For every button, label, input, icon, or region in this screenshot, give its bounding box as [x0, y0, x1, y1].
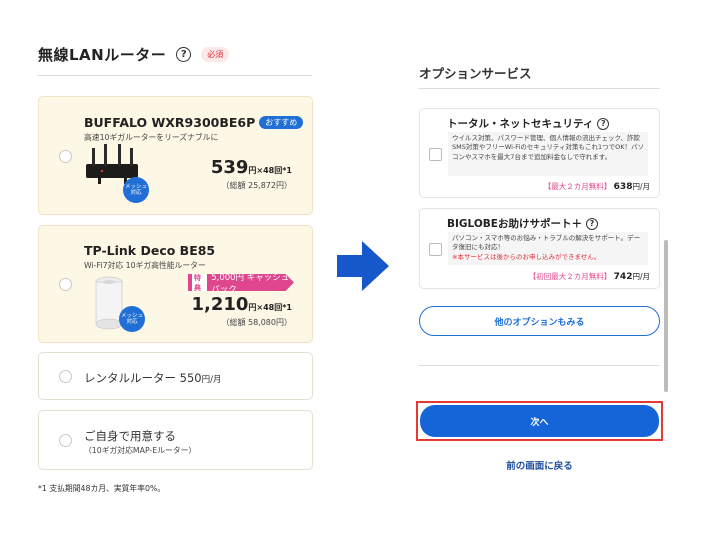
- option-section-title: オプションサービス: [419, 66, 532, 81]
- cashback-text: 5,000円 キャッシュバック: [211, 272, 290, 295]
- divider: [419, 365, 660, 366]
- cashback-banner: 特典 5,000円 キャッシュバック: [188, 274, 294, 291]
- option-price: 【初回最大２カ月無料】 742円/月: [529, 271, 650, 282]
- product-name: BUFFALO WXR9300BE6P おすすめ: [84, 115, 304, 130]
- router-section-title: 無線LANルーター: [38, 46, 167, 64]
- radio-button[interactable]: [59, 434, 72, 447]
- own-router-subtitle: （10ギガ対応MAP-Eルーター）: [84, 446, 197, 455]
- divider: [419, 88, 660, 89]
- router-option-rental[interactable]: レンタルルーター 550円/月: [38, 352, 313, 400]
- product-name: TP-Link Deco BE85: [84, 243, 216, 258]
- price-unit: 円×48回*1: [248, 303, 292, 312]
- price-unit: 円/月: [632, 182, 650, 191]
- total-price: （総額 25,872円）: [221, 181, 292, 190]
- price-block: 1,210円×48回*1 （総額 58,080円）: [191, 294, 292, 328]
- option-title: トータル・ネットセキュリティ ?: [447, 116, 610, 131]
- router-option-buffalo[interactable]: BUFFALO WXR9300BE6P おすすめ 高速10ギガルーターをリーズナブ…: [38, 96, 313, 215]
- scrollbar[interactable]: [664, 240, 668, 392]
- monthly-price: 539: [210, 157, 249, 178]
- option-title-text: トータル・ネットセキュリティ: [447, 118, 594, 130]
- option-description: パソコン・スマホ等のお悩み・トラブルの解決をサポート。データ復旧にも対応！ ※本…: [448, 232, 648, 265]
- radio-button[interactable]: [59, 370, 72, 383]
- next-button[interactable]: 次へ: [420, 405, 659, 437]
- scrollbar-thumb[interactable]: [664, 240, 668, 392]
- router-section-header: 無線LANルーター ? 必須: [38, 44, 230, 65]
- help-icon[interactable]: ?: [585, 217, 598, 230]
- benefit-tag: 特典: [192, 274, 208, 291]
- rental-label-text: レンタルルーター 550: [84, 371, 202, 385]
- back-link[interactable]: 前の画面に戻る: [419, 458, 660, 472]
- rental-unit: 円/月: [201, 375, 222, 385]
- option-description-text: パソコン・スマホ等のお悩み・トラブルの解決をサポート。データ復旧にも対応！: [452, 234, 641, 252]
- mesh-badge: メッシュ対応: [123, 177, 149, 203]
- more-options-button[interactable]: 他のオプションもみる: [419, 306, 660, 336]
- required-badge: 必須: [201, 47, 230, 62]
- product-name-text: BUFFALO WXR9300BE6P: [84, 115, 256, 130]
- price-unit: 円/月: [632, 272, 650, 281]
- price-unit: 円×48回*1: [248, 166, 292, 175]
- help-icon[interactable]: ?: [176, 47, 192, 62]
- total-price: （総額 58,080円）: [221, 318, 292, 327]
- price-block: 539円×48回*1 （総額 25,872円）: [211, 157, 292, 191]
- checkbox[interactable]: [429, 148, 442, 161]
- option-warning: ※本サービスは後からのお申し込みができません。: [452, 252, 601, 261]
- promo-text: 【最大２カ月無料】: [543, 182, 612, 191]
- checkbox[interactable]: [429, 243, 442, 256]
- footnote: *1 支払期間48カ月、実質年率0%。: [38, 484, 166, 493]
- option-support[interactable]: BIGLOBEお助けサポート＋ ? パソコン・スマホ等のお悩み・トラブルの解決を…: [419, 208, 660, 289]
- option-security[interactable]: トータル・ネットセキュリティ ? ウイルス対策、パスワード管理、個人情報の流出チ…: [419, 108, 660, 198]
- radio-button[interactable]: [59, 150, 72, 163]
- router-option-own[interactable]: ご自身で用意する （10ギガ対応MAP-Eルーター）: [38, 410, 313, 470]
- radio-button[interactable]: [59, 278, 72, 291]
- rental-label: レンタルルーター 550円/月: [84, 370, 221, 386]
- product-subtitle: Wi-Fi7対応 10ギガ高性能ルーター: [84, 261, 206, 270]
- option-title-text: BIGLOBEお助けサポート＋: [447, 218, 582, 230]
- option-title: BIGLOBEお助けサポート＋ ?: [447, 216, 598, 231]
- promo-text: 【初回最大２カ月無料】: [528, 272, 612, 281]
- option-description: ウイルス対策、パスワード管理、個人情報の流出チェック、詐欺SMS対策やフリーWi…: [448, 132, 648, 176]
- recommended-badge: おすすめ: [259, 116, 304, 129]
- divider: [38, 75, 312, 76]
- price-value: 638: [613, 182, 633, 192]
- option-price: 【最大２カ月無料】 638円/月: [544, 181, 650, 192]
- own-router-label: ご自身で用意する: [84, 429, 176, 443]
- mesh-badge: メッシュ対応: [119, 306, 145, 332]
- price-value: 742: [613, 272, 633, 282]
- next-button-highlight: 次へ: [416, 401, 663, 441]
- arrow-right-icon: [337, 241, 389, 291]
- monthly-price: 1,210: [191, 294, 249, 315]
- router-option-tplink[interactable]: TP-Link Deco BE85 Wi-Fi7対応 10ギガ高性能ルーター メ…: [38, 225, 313, 343]
- help-icon[interactable]: ?: [597, 117, 610, 130]
